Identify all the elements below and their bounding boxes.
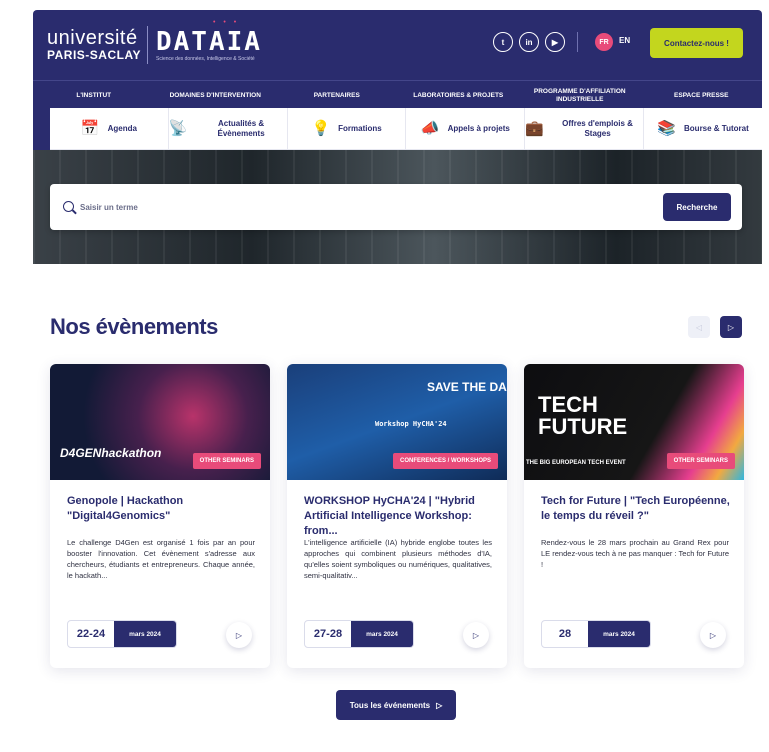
event-open-button[interactable]: ▷ — [700, 622, 726, 648]
event-image-subtext: Workshop HyCHA'24 — [375, 420, 447, 428]
carousel-next-button[interactable]: ▷ — [720, 316, 742, 338]
subnav-item-label: Formations — [338, 123, 382, 133]
event-date-month: mars 2024 — [351, 621, 413, 647]
search-button[interactable]: Recherche — [663, 193, 731, 221]
event-image-text: TECH FUTURE — [538, 392, 628, 439]
universite-paris-saclay-logo[interactable]: université PARIS-SACLAY — [47, 28, 141, 62]
announce-icon: 📣 — [420, 120, 440, 137]
social-links: t in ▶ — [493, 32, 565, 52]
megaphone-icon: 📡 — [168, 120, 188, 137]
event-open-button[interactable]: ▷ — [226, 622, 252, 648]
subnav-item-bourse[interactable]: 📚 Bourse & Tutorat — [644, 108, 762, 149]
event-date: 22-24 mars 2024 — [67, 620, 177, 648]
event-image-text: SAVE THE DA — [427, 380, 507, 394]
event-card[interactable]: TECH FUTURE THE BIG EUROPEAN TECH EVENT … — [524, 364, 744, 668]
subnav-item-formations[interactable]: 💡 Formations — [288, 108, 407, 149]
nav-item-programme[interactable]: Programme d'affiliation industrielle — [519, 81, 641, 110]
subnav-item-actualites[interactable]: 📡 Actualités & Évènements — [169, 108, 288, 149]
subnav-item-appels[interactable]: 📣 Appels à projets — [406, 108, 526, 149]
chevron-right-icon: ▷ — [727, 322, 735, 332]
nav-item-domaines[interactable]: Domaines d'intervention — [155, 81, 277, 110]
calendar-icon: 📅 — [80, 120, 100, 137]
dataia-logo[interactable]: DATAIA Science des données, Intelligence… — [156, 28, 262, 62]
subnav-item-label: Bourse & Tutorat — [684, 123, 749, 133]
event-category-badge[interactable]: Conferences / workshops — [392, 453, 498, 469]
lang-en-button[interactable]: EN — [619, 36, 630, 45]
logo-universite-text: université — [47, 27, 138, 49]
books-icon: 📚 — [657, 120, 677, 137]
event-image-subtext: THE BIG EUROPEAN TECH EVENT — [526, 460, 626, 466]
logo-dots-decoration: • • • — [213, 19, 240, 26]
events-section-title: Nos évènements — [50, 314, 218, 339]
nav-item-partenaires[interactable]: Partenaires — [276, 81, 398, 110]
event-date: 27-28 mars 2024 — [304, 620, 414, 648]
event-image-text: D4GENhackathon — [60, 446, 162, 460]
event-card[interactable]: D4GENhackathon Other seminars Genopole |… — [50, 364, 270, 668]
briefcase-icon: 💼 — [525, 120, 544, 137]
event-title[interactable]: Tech for Future | "Tech Européenne, le t… — [541, 494, 731, 524]
nav-item-presse[interactable]: Espace presse — [641, 81, 763, 110]
twitter-icon[interactable]: t — [493, 32, 513, 52]
event-category-badge[interactable]: Other seminars — [192, 453, 261, 469]
subnav-item-label: Offres d'emplois & Stages — [562, 118, 633, 138]
event-date-days: 27-28 — [313, 628, 343, 640]
arrow-right-icon: ▷ — [436, 700, 443, 710]
search-input[interactable] — [80, 197, 640, 217]
main-nav: L'institut Domaines d'intervention Parte… — [33, 80, 762, 110]
nav-item-laboratoires[interactable]: Laboratoires & projets — [398, 81, 520, 110]
subnav-item-offres[interactable]: 💼 Offres d'emplois & Stages — [525, 108, 645, 149]
all-events-button[interactable]: Tous les événements ▷ — [336, 690, 456, 720]
subnav-item-label: Agenda — [107, 123, 137, 133]
linkedin-icon[interactable]: in — [519, 32, 539, 52]
event-date-month: mars 2024 — [588, 621, 650, 647]
play-icon: ▷ — [472, 630, 480, 640]
event-date-days: 28 — [558, 628, 572, 640]
event-date: 28 mars 2024 — [541, 620, 651, 648]
header-divider — [577, 32, 578, 52]
subnav-item-label: Appels à projets — [447, 123, 510, 133]
logo-divider — [147, 26, 148, 64]
event-description: Rendez-vous le 28 mars prochain au Grand… — [541, 538, 729, 569]
event-open-button[interactable]: ▷ — [463, 622, 489, 648]
subnav-item-label: Actualités & Évènements — [217, 118, 265, 138]
subnav-item-agenda[interactable]: 📅 Agenda — [50, 108, 169, 149]
all-events-label: Tous les événements — [349, 700, 431, 710]
chevron-left-icon: ◁ — [695, 322, 703, 332]
contact-button[interactable]: Contactez-nous ! — [650, 28, 743, 58]
play-icon: ▷ — [709, 630, 717, 640]
lang-fr-button[interactable]: FR — [595, 33, 613, 51]
lightbulb-icon: 💡 — [311, 120, 331, 137]
youtube-icon[interactable]: ▶ — [545, 32, 565, 52]
event-category-badge[interactable]: Other seminars — [666, 453, 735, 469]
nav-item-institut[interactable]: L'institut — [33, 81, 155, 110]
event-title[interactable]: Genopole | Hackathon "Digital4Genomics" — [67, 494, 257, 524]
search-bar: Recherche — [50, 184, 742, 230]
event-date-month: mars 2024 — [114, 621, 176, 647]
event-title[interactable]: WORKSHOP HyCHA'24 | "Hybrid Artificial I… — [304, 494, 494, 539]
dataia-logo-text: DATAIA — [156, 27, 262, 57]
search-icon — [63, 201, 74, 212]
event-description: Le challenge D4Gen est organisé 1 fois p… — [67, 538, 255, 580]
play-icon: ▷ — [235, 630, 243, 640]
carousel-prev-button[interactable]: ◁ — [688, 316, 710, 338]
logo-paris-saclay-text: PARIS-SACLAY — [47, 48, 142, 62]
dataia-tagline: Science des données, Intelligence & Soci… — [156, 56, 255, 62]
event-card[interactable]: SAVE THE DA Workshop HyCHA'24 Conference… — [287, 364, 507, 668]
sub-nav: 📅 Agenda 📡 Actualités & Évènements 💡 For… — [50, 108, 762, 150]
event-date-days: 22-24 — [76, 628, 106, 640]
event-description: L'intelligence artificielle (IA) hybride… — [304, 538, 492, 580]
